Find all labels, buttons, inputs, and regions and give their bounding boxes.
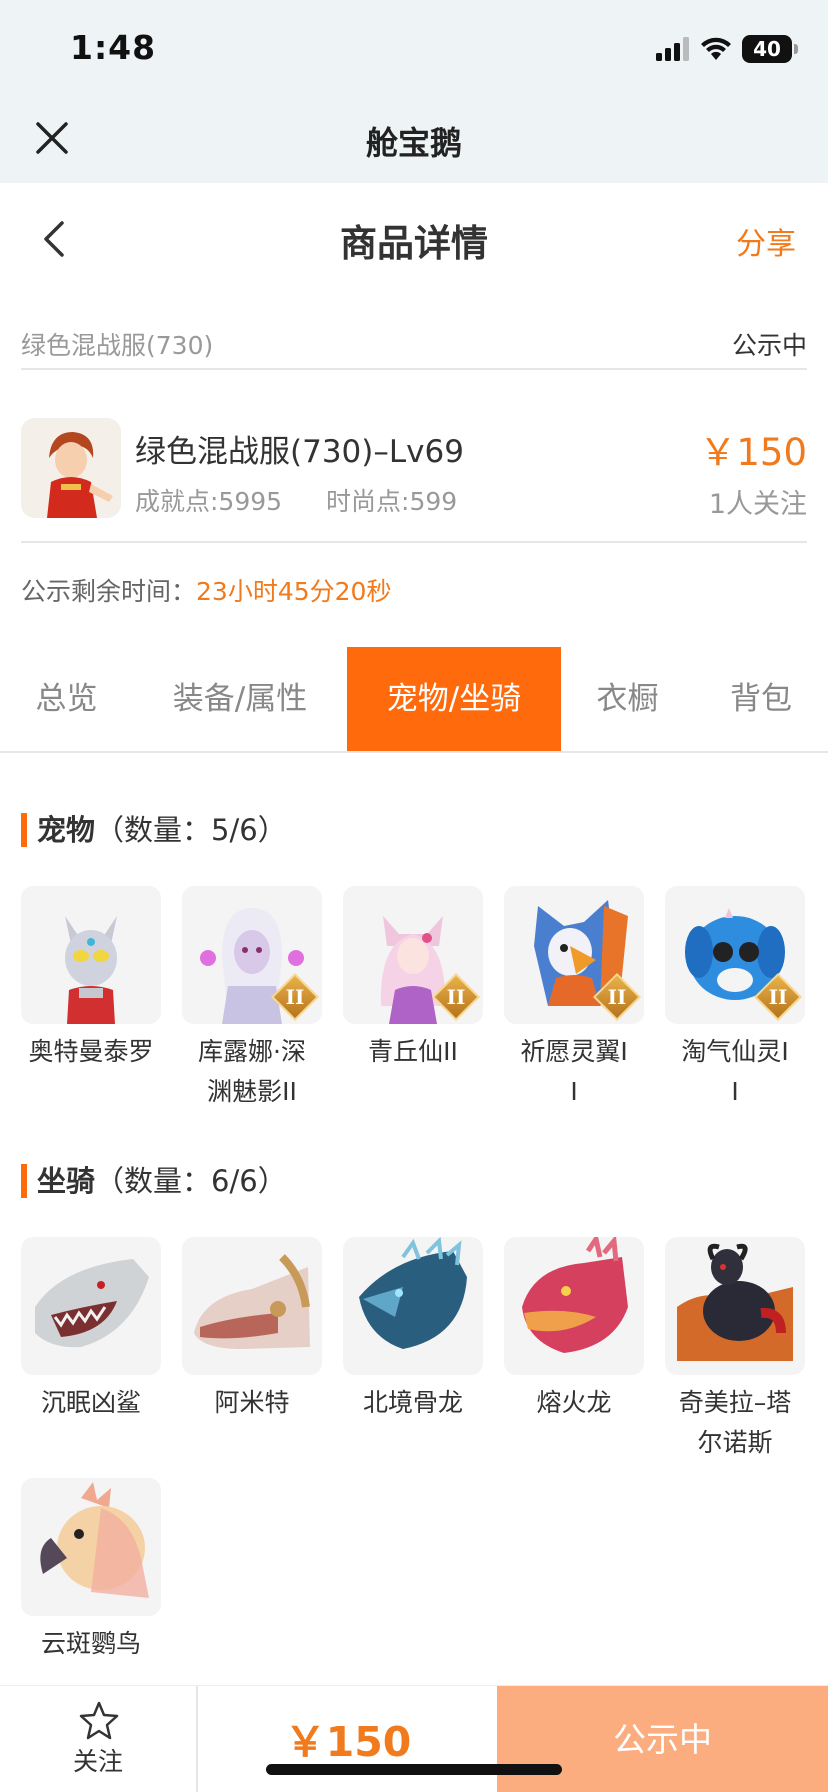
remaining-time: 公示剩余时间：23小时45分20秒 bbox=[21, 572, 391, 608]
star-icon bbox=[79, 1701, 119, 1740]
fire-dragon-icon bbox=[504, 1237, 644, 1375]
character-avatar bbox=[21, 418, 121, 518]
battery-level: 40 bbox=[753, 37, 781, 61]
pet-name: 淘气仙灵I I bbox=[681, 1037, 789, 1106]
fox-fairy-icon: II bbox=[343, 886, 483, 1024]
mount-item[interactable]: 云斑鹦鸟 bbox=[21, 1478, 161, 1664]
mounts-count: （数量：6/6） bbox=[95, 1164, 287, 1198]
pet-item[interactable]: II 青丘仙II bbox=[343, 886, 483, 1072]
home-indicator bbox=[266, 1764, 562, 1775]
pets-section-title: 宠物（数量：5/6） bbox=[21, 813, 287, 847]
tab-bag[interactable]: 背包 bbox=[694, 647, 828, 751]
miniapp-title: 舱宝鹅 bbox=[365, 124, 462, 162]
pets-count: （数量：5/6） bbox=[95, 813, 287, 847]
mounts-grid: 沉眠凶鲨 阿米特 北境骨龙 熔火龙 奇美拉–塔 尔诺斯 云斑鹦鸟 bbox=[21, 1237, 811, 1658]
achievement-points: 成就点:5995 bbox=[135, 487, 283, 516]
mount-name: 北境骨龙 bbox=[362, 1388, 463, 1417]
battery-icon: 40 bbox=[742, 35, 798, 63]
follower-count: 1人关注 bbox=[708, 489, 807, 520]
mount-item[interactable]: 沉眠凶鲨 bbox=[21, 1237, 161, 1423]
pet-item[interactable]: II 祈愿灵翼I I bbox=[504, 886, 644, 1112]
wifi-icon bbox=[701, 37, 731, 60]
publicity-status-button[interactable]: 公示中 bbox=[497, 1686, 828, 1792]
tab-overview[interactable]: 总览 bbox=[0, 647, 133, 751]
status-icons: 40 bbox=[656, 34, 798, 64]
share-button[interactable]: 分享 bbox=[736, 219, 796, 263]
product-stats: 成就点:5995 时尚点:599 bbox=[135, 482, 457, 518]
mounts-title: 坐骑 bbox=[37, 1164, 96, 1198]
pet-item[interactable]: II 库露娜·深 渊魅影II bbox=[182, 886, 322, 1112]
product-price: ￥150 bbox=[699, 431, 807, 474]
blue-puppy-icon: II bbox=[665, 886, 805, 1024]
fashion-points: 时尚点:599 bbox=[326, 487, 458, 516]
mount-name: 阿米特 bbox=[214, 1388, 290, 1417]
app-top-bar: 1:48 40 舱宝鹅 bbox=[0, 0, 828, 183]
mount-name: 云斑鹦鸟 bbox=[40, 1629, 141, 1658]
chimera-icon bbox=[665, 1237, 805, 1375]
listing-summary-row: 绿色混战服(730) 公示中 bbox=[21, 310, 807, 370]
mount-item[interactable]: 奇美拉–塔 尔诺斯 bbox=[665, 1237, 805, 1463]
tab-wardrobe[interactable]: 衣橱 bbox=[561, 647, 694, 751]
follow-label: 关注 bbox=[72, 1747, 123, 1776]
mounts-section-title: 坐骑（数量：6/6） bbox=[21, 1164, 287, 1198]
mount-name: 沉眠凶鲨 bbox=[40, 1388, 141, 1417]
remaining-time-value: 23小时45分20秒 bbox=[196, 577, 392, 606]
ghost-girl-icon: II bbox=[182, 886, 322, 1024]
page-title: 商品详情 bbox=[340, 222, 488, 265]
pet-item[interactable]: 奥特曼泰罗 bbox=[21, 886, 161, 1072]
eagle-icon: II bbox=[504, 886, 644, 1024]
shark-icon bbox=[21, 1237, 161, 1375]
pet-item[interactable]: II 淘气仙灵I I bbox=[665, 886, 805, 1112]
tab-equipment[interactable]: 装备/属性 bbox=[133, 647, 347, 751]
listing-crumb: 绿色混战服(730) bbox=[21, 331, 214, 360]
pet-name: 奥特曼泰罗 bbox=[28, 1037, 154, 1066]
page-header: 商品详情 分享 bbox=[0, 183, 828, 293]
pets-title: 宠物 bbox=[37, 813, 96, 847]
pet-name: 青丘仙II bbox=[368, 1037, 458, 1066]
parrot-icon bbox=[21, 1478, 161, 1616]
bottom-price: ￥150 bbox=[284, 1718, 412, 1766]
pets-grid: 奥特曼泰罗 II 库露娜·深 渊魅影II II 青丘仙II II 祈愿灵翼I I… bbox=[21, 886, 811, 1106]
follow-button[interactable]: 关注 bbox=[0, 1686, 198, 1792]
crocodile-icon bbox=[182, 1237, 322, 1375]
status-time: 1:48 bbox=[70, 28, 157, 67]
remaining-time-label: 公示剩余时间： bbox=[21, 577, 197, 606]
mount-name: 熔火龙 bbox=[536, 1388, 612, 1417]
signal-icon bbox=[656, 37, 689, 61]
tab-pets-mounts[interactable]: 宠物/坐骑 bbox=[347, 647, 561, 751]
bottom-action-bar: 关注 ￥150 公示中 bbox=[0, 1685, 828, 1792]
product-name: 绿色混战服(730)–Lv69 bbox=[135, 434, 464, 470]
bone-dragon-icon bbox=[343, 1237, 483, 1375]
mount-item[interactable]: 熔火龙 bbox=[504, 1237, 644, 1423]
mount-item[interactable]: 阿米特 bbox=[182, 1237, 322, 1423]
product-card: 绿色混战服(730)–Lv69 成就点:5995 时尚点:599 ￥150 1人关… bbox=[21, 400, 807, 543]
listing-status: 公示中 bbox=[731, 331, 807, 360]
mount-item[interactable]: 北境骨龙 bbox=[343, 1237, 483, 1423]
mount-name: 奇美拉–塔 尔诺斯 bbox=[678, 1388, 792, 1457]
detail-tabs: 总览 装备/属性 宠物/坐骑 衣橱 背包 bbox=[0, 647, 828, 753]
pet-name: 库露娜·深 渊魅影II bbox=[198, 1037, 306, 1106]
pet-name: 祈愿灵翼I I bbox=[520, 1037, 628, 1106]
ultraman-icon bbox=[21, 886, 161, 1024]
